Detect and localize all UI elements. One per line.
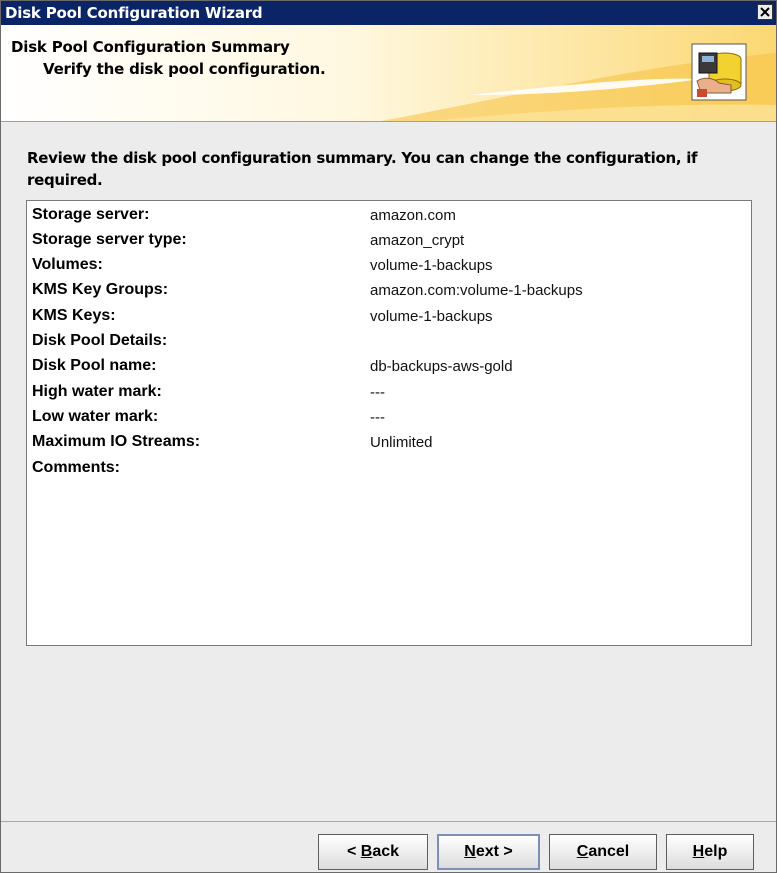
footer-divider xyxy=(1,821,776,822)
summary-label: Volumes: xyxy=(32,256,103,273)
summary-label: Comments: xyxy=(32,459,121,476)
summary-row: Disk Pool Details: xyxy=(32,332,732,356)
summary-value: amazon.com:volume-1-backups xyxy=(370,282,583,299)
summary-row: Storage server: amazon.com xyxy=(32,206,732,230)
summary-label: Disk Pool Details: xyxy=(32,332,168,349)
help-button-mnemonic: H xyxy=(692,843,705,860)
back-button-label: ack xyxy=(372,843,400,860)
summary-row: Storage server type: amazon_crypt xyxy=(32,231,732,255)
summary-row: Volumes: volume-1-backups xyxy=(32,256,732,280)
summary-value: volume-1-backups xyxy=(370,308,493,325)
next-button-label: ext > xyxy=(475,843,513,860)
instruction-text: Review the disk pool configuration summa… xyxy=(27,149,698,189)
summary-value: Unlimited xyxy=(370,434,433,451)
summary-value: --- xyxy=(370,384,385,401)
summary-value: volume-1-backups xyxy=(370,257,493,274)
next-button-mnemonic: N xyxy=(464,843,476,860)
header-divider xyxy=(1,121,776,122)
summary-label: KMS Key Groups: xyxy=(32,281,169,298)
summary-value: --- xyxy=(370,409,385,426)
close-icon xyxy=(760,7,770,17)
summary-value: amazon_crypt xyxy=(370,232,465,249)
back-button[interactable]: < Back xyxy=(318,834,428,870)
help-button-label: elp xyxy=(704,843,728,860)
header-title: Disk Pool Configuration Summary xyxy=(11,38,290,56)
summary-row: KMS Keys: volume-1-backups xyxy=(32,307,732,331)
summary-row: Disk Pool name: db-backups-aws-gold xyxy=(32,357,732,381)
title-bar: Disk Pool Configuration Wizard xyxy=(1,1,776,25)
disk-pool-icon xyxy=(691,43,747,101)
summary-label: Storage server type: xyxy=(32,231,187,248)
summary-label: KMS Keys: xyxy=(32,307,116,324)
summary-label: High water mark: xyxy=(32,383,162,400)
summary-row: KMS Key Groups: amazon.com:volume-1-back… xyxy=(32,281,732,305)
summary-value: amazon.com xyxy=(370,207,456,224)
cancel-button-label: ancel xyxy=(588,843,630,860)
summary-label: Disk Pool name: xyxy=(32,357,157,374)
back-button-mnemonic: B xyxy=(360,843,373,860)
close-button[interactable] xyxy=(757,4,773,20)
summary-value: db-backups-aws-gold xyxy=(370,358,513,375)
wizard-header: Disk Pool Configuration Summary Verify t… xyxy=(1,25,776,121)
summary-row: Low water mark: --- xyxy=(32,408,732,432)
summary-label: Low water mark: xyxy=(32,408,159,425)
cancel-button-mnemonic: C xyxy=(576,843,589,860)
summary-label: Storage server: xyxy=(32,206,150,223)
wizard-window: Disk Pool Configuration Wizard Disk Pool… xyxy=(0,0,777,873)
summary-panel[interactable]: Storage server: amazon.com Storage serve… xyxy=(26,200,752,646)
window-title: Disk Pool Configuration Wizard xyxy=(5,4,263,22)
summary-label: Maximum IO Streams: xyxy=(32,433,201,450)
next-button[interactable]: Next > xyxy=(437,834,540,870)
back-button-prefix: < xyxy=(346,843,361,860)
help-button[interactable]: Help xyxy=(666,834,754,870)
header-subtitle: Verify the disk pool configuration. xyxy=(43,60,326,78)
summary-row: High water mark: --- xyxy=(32,383,732,407)
summary-row: Comments: xyxy=(32,459,732,483)
summary-row: Maximum IO Streams: Unlimited xyxy=(32,433,732,457)
cancel-button[interactable]: Cancel xyxy=(549,834,657,870)
